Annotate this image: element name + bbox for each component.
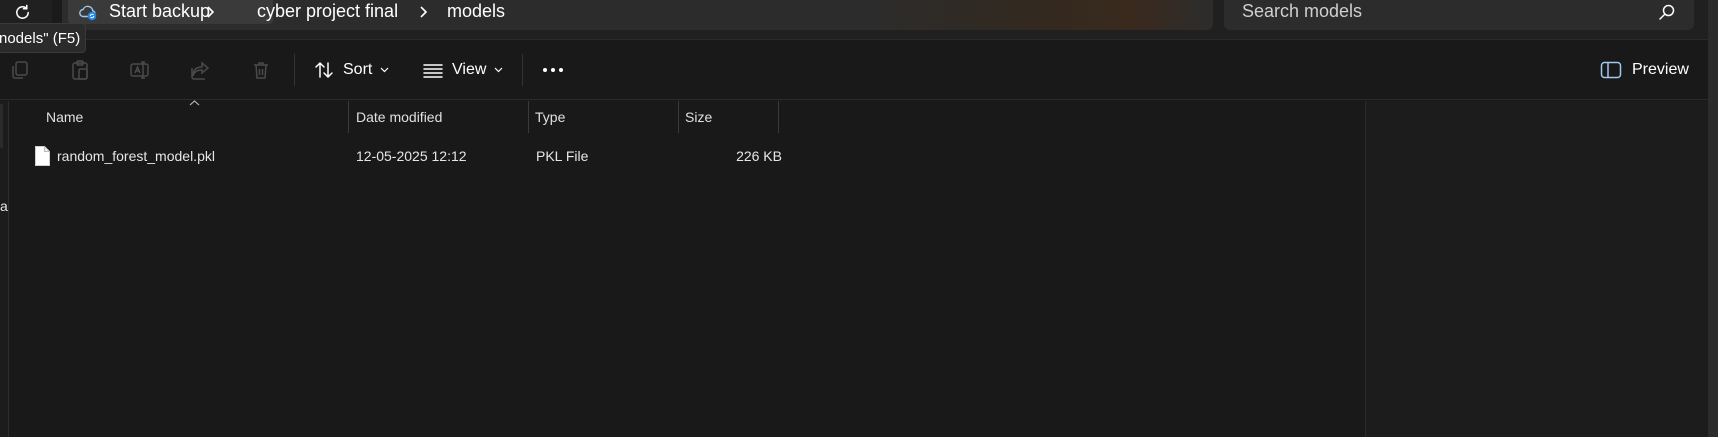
search-input[interactable]: Search models xyxy=(1242,1,1362,22)
refresh-tooltip: nodels" (F5) xyxy=(0,23,86,53)
share-icon xyxy=(191,61,210,80)
breadcrumb-item-models[interactable]: models xyxy=(447,1,505,22)
window-edge-scrollbar[interactable] xyxy=(1708,0,1718,437)
address-bar: Start backup cyber project final models … xyxy=(0,0,1718,40)
search-box[interactable]: Search models xyxy=(1224,0,1694,30)
column-header-type[interactable]: Type xyxy=(535,101,680,133)
breadcrumb-chevron[interactable] xyxy=(204,2,216,22)
breadcrumb-item-cyber-project-final[interactable]: cyber project final xyxy=(257,1,398,22)
chevron-right-icon xyxy=(206,6,214,18)
view-icon xyxy=(423,64,443,78)
file-date-cell: 12-05-2025 12:12 xyxy=(356,148,467,164)
column-resize-handle[interactable] xyxy=(528,101,529,133)
command-separator xyxy=(522,54,523,86)
column-header-date-modified[interactable]: Date modified xyxy=(356,101,526,133)
column-header-type-label: Type xyxy=(535,109,566,125)
file-explorer-window: Start backup cyber project final models … xyxy=(0,0,1718,437)
cloud-sync-icon xyxy=(79,5,97,21)
paste-icon xyxy=(72,60,88,80)
chevron-right-icon xyxy=(419,6,427,18)
delete-icon xyxy=(254,62,268,79)
chevron-down-icon xyxy=(380,67,389,73)
file-type-cell: PKL File xyxy=(536,148,589,164)
command-bar: Sort View Preview xyxy=(0,42,1708,100)
column-header-size-label: Size xyxy=(685,109,713,125)
file-name-cell: random_forest_model.pkl xyxy=(57,148,215,164)
preview-pane-icon xyxy=(1600,61,1622,79)
search-icon xyxy=(1659,4,1675,20)
column-resize-handle[interactable] xyxy=(778,101,779,133)
view-label: View xyxy=(452,61,487,78)
column-resize-handle[interactable] xyxy=(678,101,679,133)
sort-icon xyxy=(315,61,333,79)
breadcrumb-chevron[interactable] xyxy=(417,2,429,22)
nav-pane-item[interactable] xyxy=(0,104,3,148)
column-resize-handle[interactable] xyxy=(348,101,349,133)
paste-button[interactable] xyxy=(67,57,93,83)
sort-label: Sort xyxy=(343,61,373,78)
refresh-button[interactable] xyxy=(0,0,44,24)
breadcrumb-label-start-backup: Start backup xyxy=(109,1,211,21)
sort-button[interactable]: Sort xyxy=(313,56,389,84)
share-button[interactable] xyxy=(187,57,213,83)
preview-label: Preview xyxy=(1632,61,1689,78)
navigation-pane[interactable] xyxy=(0,101,9,437)
tooltip-text: nodels" (F5) xyxy=(0,29,81,47)
column-header-size[interactable]: Size xyxy=(685,101,775,133)
chevron-down-icon xyxy=(494,67,503,73)
file-icon xyxy=(35,146,50,166)
breadcrumb[interactable]: Start backup cyber project final models xyxy=(62,0,1213,30)
file-list[interactable]: Name Date modified Type Size random_fore… xyxy=(10,100,1365,437)
refresh-icon xyxy=(15,4,29,19)
rename-button[interactable] xyxy=(127,57,153,83)
copy-button[interactable] xyxy=(7,57,33,83)
command-separator xyxy=(294,54,295,86)
breadcrumb-item-start-backup[interactable]: Start backup xyxy=(68,0,273,24)
view-button[interactable]: View xyxy=(422,56,503,84)
column-header-name[interactable]: Name xyxy=(46,101,346,133)
column-header-name-label: Name xyxy=(46,109,84,125)
more-options-button[interactable] xyxy=(538,56,568,84)
column-header-date-label: Date modified xyxy=(356,109,443,125)
copy-icon xyxy=(12,61,28,79)
table-row[interactable]: random_forest_model.pkl 12-05-2025 12:12… xyxy=(10,141,782,171)
preview-pane xyxy=(1365,101,1708,437)
rename-icon xyxy=(130,61,149,79)
nav-pane-clipped-label: a xyxy=(0,198,8,214)
preview-pane-button[interactable]: Preview xyxy=(1600,56,1689,84)
delete-button[interactable] xyxy=(248,57,274,83)
more-icon xyxy=(543,68,563,72)
file-size-cell: 226 KB xyxy=(736,148,782,164)
